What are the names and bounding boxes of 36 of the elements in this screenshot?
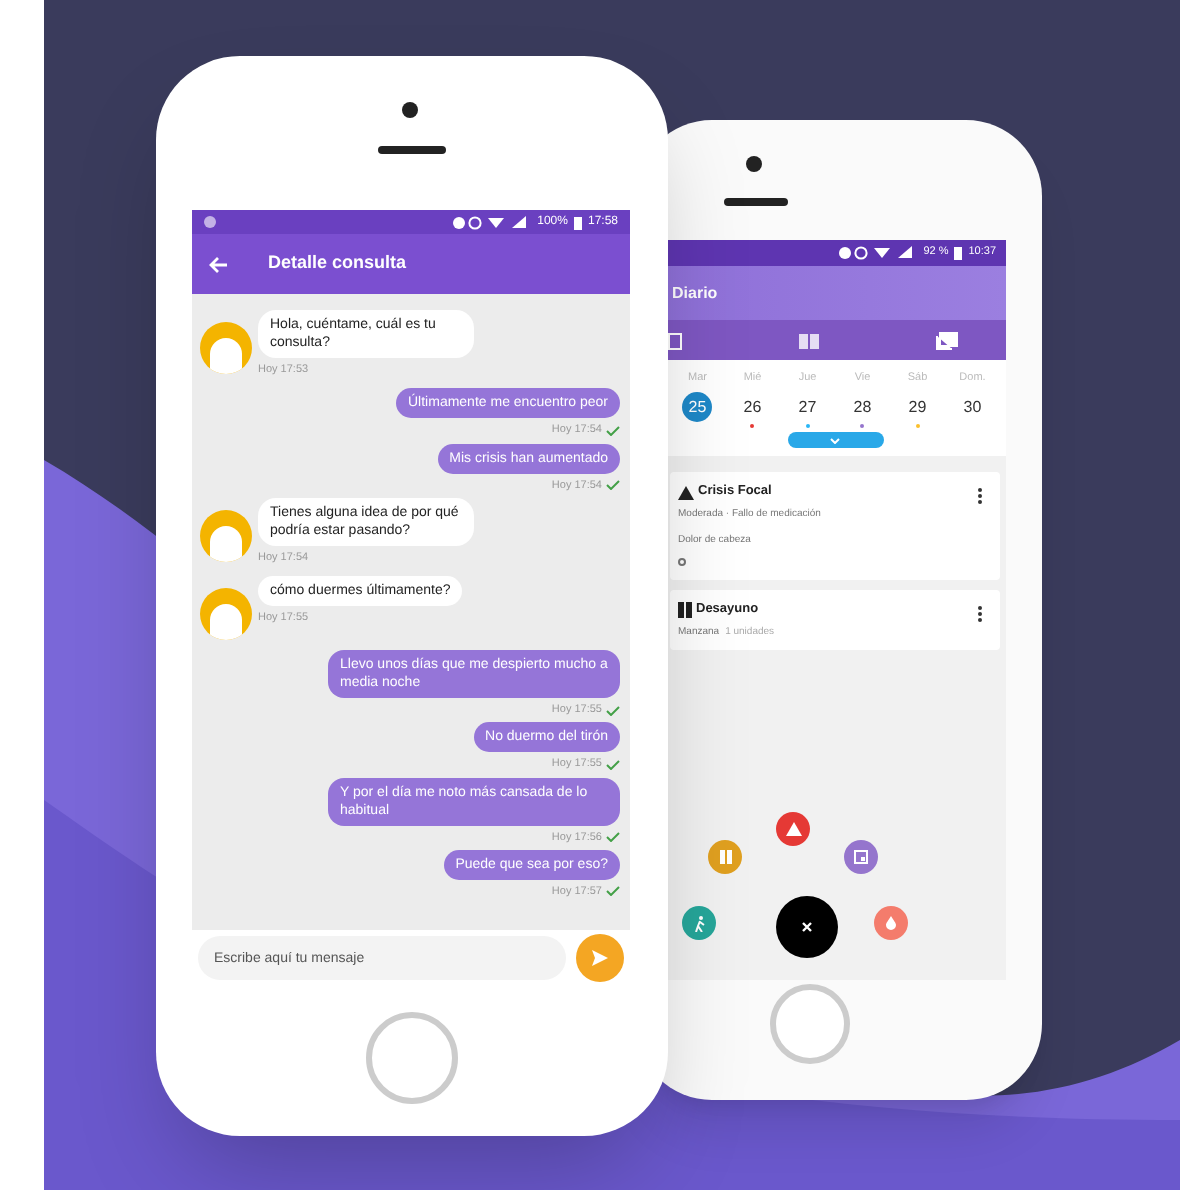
screen-title: Detalle consulta — [268, 250, 407, 277]
walking-person-icon — [693, 915, 705, 931]
day-number[interactable]: 26 — [737, 392, 768, 423]
battery-icon — [573, 215, 582, 229]
status-icons — [451, 215, 532, 229]
send-button[interactable] — [576, 934, 624, 982]
day-number[interactable]: 27 — [792, 392, 823, 423]
status-icons — [837, 246, 918, 260]
avatar — [200, 322, 252, 374]
action-button[interactable] — [844, 840, 878, 874]
warning-icon — [785, 822, 801, 836]
day-number[interactable]: 29 — [902, 392, 933, 423]
close-icon — [802, 922, 812, 932]
send-icon — [592, 950, 608, 966]
day-number[interactable]: 28 — [847, 392, 878, 423]
expand-button[interactable] — [787, 432, 883, 449]
action-button[interactable] — [682, 906, 716, 940]
calendar-icon — [854, 850, 868, 864]
back-arrow-icon[interactable] — [208, 255, 228, 273]
close-menu-button[interactable] — [776, 896, 838, 958]
book-icon[interactable] — [798, 331, 820, 349]
action-button[interactable] — [874, 906, 908, 940]
action-button[interactable] — [776, 812, 810, 846]
day-number[interactable]: 30 — [957, 392, 988, 423]
battery-icon — [954, 246, 963, 260]
warning-icon — [678, 485, 694, 500]
chevron-down-icon — [830, 437, 840, 444]
screen-title: Diario — [672, 281, 718, 305]
drop-icon — [886, 916, 896, 930]
speaker-slot — [724, 198, 788, 206]
avatar — [200, 509, 252, 562]
speaker-slot — [378, 146, 446, 154]
day-number[interactable]: 25 — [682, 392, 713, 423]
clipboard-icon[interactable] — [668, 331, 682, 349]
avatar — [200, 588, 252, 640]
action-button[interactable] — [708, 840, 742, 874]
